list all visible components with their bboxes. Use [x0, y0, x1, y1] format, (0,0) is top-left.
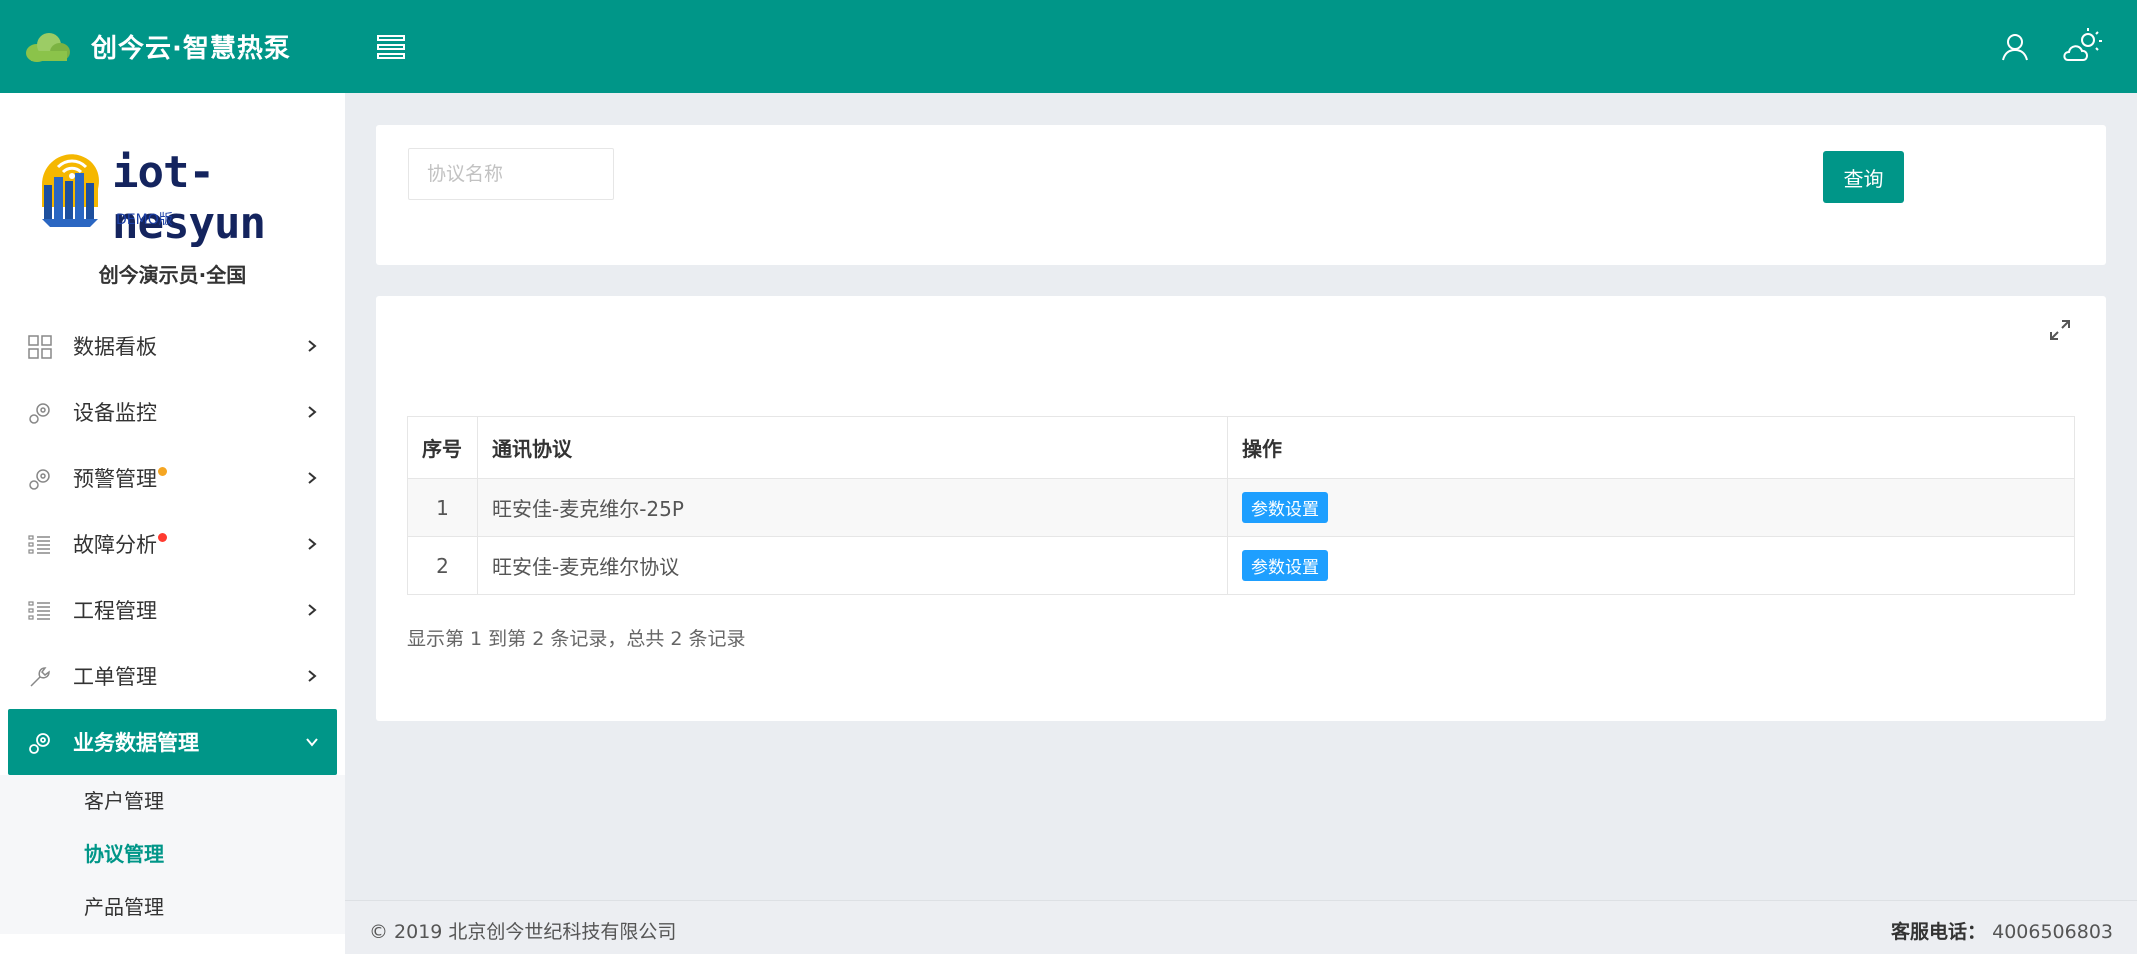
row-actions: 参数设置: [1227, 536, 2075, 595]
search-panel: 查询: [376, 125, 2106, 265]
sidebar-item-label: 工程管理: [73, 599, 157, 623]
row-protocol: 旺安佳-麦克维尔协议: [477, 536, 1228, 595]
chevron-right-icon: [308, 340, 317, 352]
param-settings-button[interactable]: 参数设置: [1242, 550, 1328, 581]
current-user: 创今演示员·全国: [98, 263, 247, 287]
city-wifi-logo-icon: [42, 154, 100, 227]
service-hotline: 客服电话： 4006506803: [1891, 917, 2113, 944]
copyright: © 2019 北京创今世纪科技有限公司: [369, 921, 677, 943]
row-index: 1: [407, 478, 478, 537]
column-header-index[interactable]: 序号: [407, 416, 478, 479]
hotline-number: 4006506803: [1992, 921, 2113, 943]
sidebar-item-label: 工单管理: [73, 665, 157, 689]
column-header-protocol[interactable]: 通讯协议: [477, 416, 1228, 479]
sidebar-item-project-management[interactable]: 工程管理: [0, 577, 345, 643]
top-bar: 创今云·智慧热泵: [0, 0, 2137, 93]
gears-icon: [29, 733, 50, 754]
user-icon[interactable]: [2000, 32, 2030, 62]
sidebar-item-label: 业务数据管理: [73, 731, 199, 755]
list-icon: [28, 535, 50, 554]
expand-icon[interactable]: [2048, 318, 2072, 342]
protocol-name-input[interactable]: [408, 148, 614, 200]
column-header-actions[interactable]: 操作: [1227, 416, 2075, 479]
chevron-right-icon: [308, 472, 317, 484]
chevron-right-icon: [308, 538, 317, 550]
sidebar-item-label: 预警管理: [73, 467, 157, 491]
table-panel: 序号 通讯协议 操作 1 旺安佳-麦克维尔-25P 参数设置 2 旺安佳-麦克维…: [376, 296, 2106, 721]
row-protocol: 旺安佳-麦克维尔-25P: [477, 478, 1228, 537]
cloud-logo-icon: [26, 32, 70, 62]
sidebar-item-alert-management[interactable]: 预警管理: [0, 445, 345, 511]
chevron-down-icon: [306, 738, 318, 747]
footer: © 2019 北京创今世纪科技有限公司 客服电话： 4006506803: [345, 900, 2137, 954]
sidebar-item-device-monitor[interactable]: 设备监控: [0, 379, 345, 445]
sidebar-item-fault-analysis[interactable]: 故障分析: [0, 511, 345, 577]
app-title: 创今云·智慧热泵: [91, 34, 291, 64]
sidebar-subitem-products[interactable]: 产品管理: [0, 881, 345, 934]
wrench-icon: [30, 667, 50, 687]
gears-icon: [29, 403, 50, 424]
sidebar-item-label: 数据看板: [73, 335, 157, 359]
sidebar-item-work-orders[interactable]: 工单管理: [0, 643, 345, 709]
sidebar: iot-nesyun DEMO版 创今演示员·全国 数据看板 设备监控 预警管理…: [0, 93, 345, 954]
row-actions: 参数设置: [1227, 478, 2075, 537]
chevron-right-icon: [308, 604, 317, 616]
table-row: 2 旺安佳-麦克维尔协议 参数设置: [407, 536, 2075, 595]
sidebar-subitem-protocols[interactable]: 协议管理: [0, 828, 345, 881]
gears-icon: [29, 469, 50, 490]
chevron-right-icon: [308, 670, 317, 682]
logo-text: iot-nesyun: [112, 147, 266, 249]
sidebar-subnav: 客户管理 协议管理 产品管理: [0, 775, 345, 934]
chevron-right-icon: [308, 406, 317, 418]
menu-toggle-icon[interactable]: [376, 34, 408, 60]
sidebar-subitem-customers[interactable]: 客户管理: [0, 775, 345, 828]
table-summary: 显示第 1 到第 2 条记录，总共 2 条记录: [407, 628, 746, 650]
hotline-label: 客服电话：: [1891, 921, 1987, 943]
table-header-row: 序号 通讯协议 操作: [407, 416, 2075, 479]
brand: 创今云·智慧热泵: [0, 0, 345, 93]
sidebar-item-business-data[interactable]: 业务数据管理: [8, 709, 337, 775]
grid-icon: [28, 335, 52, 359]
query-button[interactable]: 查询: [1823, 151, 1904, 203]
logo-demo-label: DEMO版: [116, 212, 173, 228]
sidebar-item-label: 设备监控: [73, 401, 157, 425]
notification-dot: [158, 467, 167, 476]
protocol-table: 序号 通讯协议 操作 1 旺安佳-麦克维尔-25P 参数设置 2 旺安佳-麦克维…: [407, 416, 2075, 595]
list-icon: [28, 601, 50, 620]
sidebar-nav: 数据看板 设备监控 预警管理 故障分析 工程管理 工单管理 业务数据管理 客户管…: [0, 313, 345, 934]
company-logo: iot-nesyun DEMO版: [34, 145, 334, 249]
table-row: 1 旺安佳-麦克维尔-25P 参数设置: [407, 478, 2075, 537]
param-settings-button[interactable]: 参数设置: [1242, 492, 1328, 523]
sidebar-item-dashboard[interactable]: 数据看板: [0, 313, 345, 379]
row-index: 2: [407, 536, 478, 595]
notification-dot: [158, 533, 167, 542]
sidebar-item-label: 故障分析: [73, 533, 157, 557]
weather-icon[interactable]: [2062, 28, 2104, 64]
